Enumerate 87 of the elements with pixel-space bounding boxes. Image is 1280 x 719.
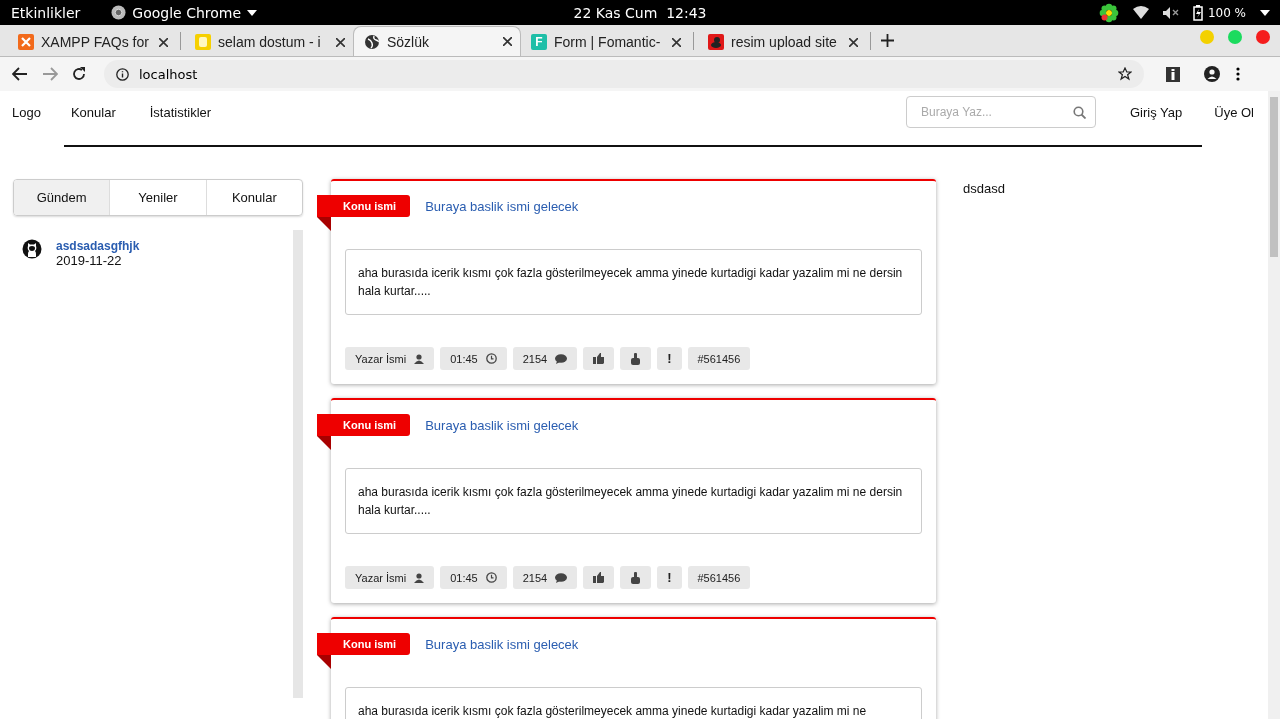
post-id[interactable]: #561456 xyxy=(687,347,751,370)
topic-label[interactable]: Konu ismi xyxy=(317,633,411,655)
info-icon xyxy=(116,67,129,81)
side-tab[interactable]: Konular xyxy=(205,180,302,215)
post-content: aha burasıda icerik kısmı çok fazla gösterilmeyecek amma yinede kurtadigi kadar yazalim mi ne dersin hala kurtar..... xyxy=(345,249,922,315)
reload-icon[interactable] xyxy=(72,67,86,81)
scrollbar-thumb[interactable] xyxy=(1270,97,1278,257)
nav-link[interactable]: Giriş Yap xyxy=(1130,104,1183,120)
hand-button[interactable] xyxy=(620,566,652,589)
star-icon[interactable] xyxy=(1118,67,1132,81)
like-button[interactable] xyxy=(583,347,615,370)
forward-icon[interactable] xyxy=(42,67,58,81)
site-logo[interactable]: Logo xyxy=(12,104,41,120)
letter-icon: F xyxy=(531,34,547,50)
nav-link[interactable]: Üye Ol xyxy=(1214,104,1254,120)
clock-icon xyxy=(485,353,497,364)
post-id[interactable]: #561456 xyxy=(687,566,751,589)
menu-icon[interactable] xyxy=(1236,67,1240,81)
close-icon[interactable] xyxy=(336,37,345,47)
author-button[interactable]: Yazar İsmi xyxy=(345,566,435,589)
time-button[interactable]: 01:45 xyxy=(440,566,507,589)
author-button[interactable]: Yazar İsmi xyxy=(345,347,435,370)
ribbon-fold xyxy=(317,655,331,669)
browser-tab[interactable]: Sözlük xyxy=(353,26,521,56)
report-button[interactable]: ! xyxy=(657,347,682,370)
caret-icon xyxy=(1260,9,1270,16)
post-content: aha burasıda icerik kısmı çok fazla gösterilmeyecek amma yinede kurtadigi kadar yazalim mi ne dersin hala kurtar..... xyxy=(345,468,922,534)
xampp-icon xyxy=(18,34,34,50)
side-tab[interactable]: Yeniler xyxy=(109,180,206,215)
browser-tab[interactable]: F Form | Fomantic- xyxy=(521,28,689,56)
user-icon xyxy=(414,572,425,583)
github-icon xyxy=(22,239,42,259)
flower-icon xyxy=(1098,2,1119,23)
clock[interactable]: 22 Kas Cum 12:43 xyxy=(573,4,707,21)
activities-button[interactable]: Etkinlikler xyxy=(11,4,81,21)
comment-icon xyxy=(555,353,568,364)
post-content: aha burasıda icerik kısmı çok fazla gösterilmeyecek amma yinede kurtadigi kadar yazalim mi ne xyxy=(345,687,922,719)
comment-icon xyxy=(555,572,568,583)
app-menu[interactable]: Google Chrome xyxy=(132,4,242,21)
hand-icon xyxy=(630,571,642,584)
comments-button[interactable]: 2154 xyxy=(512,347,578,370)
hand-icon xyxy=(630,352,642,365)
entry-date: 2019-11-22 xyxy=(56,253,123,268)
time-button[interactable]: 01:45 xyxy=(440,347,507,370)
close-icon[interactable] xyxy=(849,37,858,47)
post-title-link[interactable]: Buraya baslik ismi gelecek xyxy=(425,636,579,652)
report-button[interactable]: ! xyxy=(657,566,682,589)
close-icon[interactable] xyxy=(159,37,168,47)
ribbon-fold xyxy=(317,436,331,450)
back-icon[interactable] xyxy=(12,67,28,81)
browser-tab[interactable]: selam dostum - i xyxy=(185,28,353,56)
caret-icon xyxy=(247,9,258,16)
browser-tab[interactable]: XAMPP FAQs for xyxy=(8,28,176,56)
scrollbar[interactable] xyxy=(1268,91,1280,719)
wifi-icon xyxy=(1132,6,1149,19)
close-icon[interactable] xyxy=(503,37,512,46)
side-tab[interactable]: Gündem xyxy=(14,180,110,215)
hand-button[interactable] xyxy=(620,347,652,370)
ribbon-fold xyxy=(317,217,331,231)
like-button[interactable] xyxy=(583,566,615,589)
close-icon[interactable] xyxy=(672,37,681,47)
new-tab-icon[interactable] xyxy=(881,34,894,47)
battery-icon xyxy=(1192,4,1203,21)
close-button[interactable] xyxy=(1256,29,1270,44)
nav-link[interactable]: Konular xyxy=(70,104,116,120)
chrome-icon xyxy=(111,5,127,20)
thumbs-up-icon xyxy=(593,572,605,583)
account-icon[interactable] xyxy=(1204,66,1220,82)
search-field[interactable]: Buraya Yaz... xyxy=(906,96,1096,128)
nav-link[interactable]: İstatistikler xyxy=(149,104,212,120)
battery-level: 100 % xyxy=(1207,5,1246,20)
globe-icon xyxy=(364,33,380,50)
comments-button[interactable]: 2154 xyxy=(512,566,578,589)
topic-label[interactable]: Konu ismi xyxy=(317,195,411,217)
extension-icon[interactable] xyxy=(1166,66,1180,82)
search-icon[interactable] xyxy=(1073,106,1086,119)
address-field[interactable]: localhost xyxy=(104,60,1144,88)
clock-icon xyxy=(485,572,497,583)
topic-label[interactable]: Konu ismi xyxy=(317,414,411,436)
post-title-link[interactable]: Buraya baslik ismi gelecek xyxy=(425,198,579,214)
sidebar-text: dsdasd xyxy=(963,181,1005,196)
muted-speaker-icon xyxy=(1162,6,1179,19)
user-icon xyxy=(414,353,425,364)
browser-tab[interactable]: resim upload site xyxy=(698,28,866,56)
post-title-link[interactable]: Buraya baslik ismi gelecek xyxy=(425,417,579,433)
thumbs-up-icon xyxy=(593,353,605,364)
entry-link[interactable]: asdsadasgfhjk xyxy=(56,239,140,253)
